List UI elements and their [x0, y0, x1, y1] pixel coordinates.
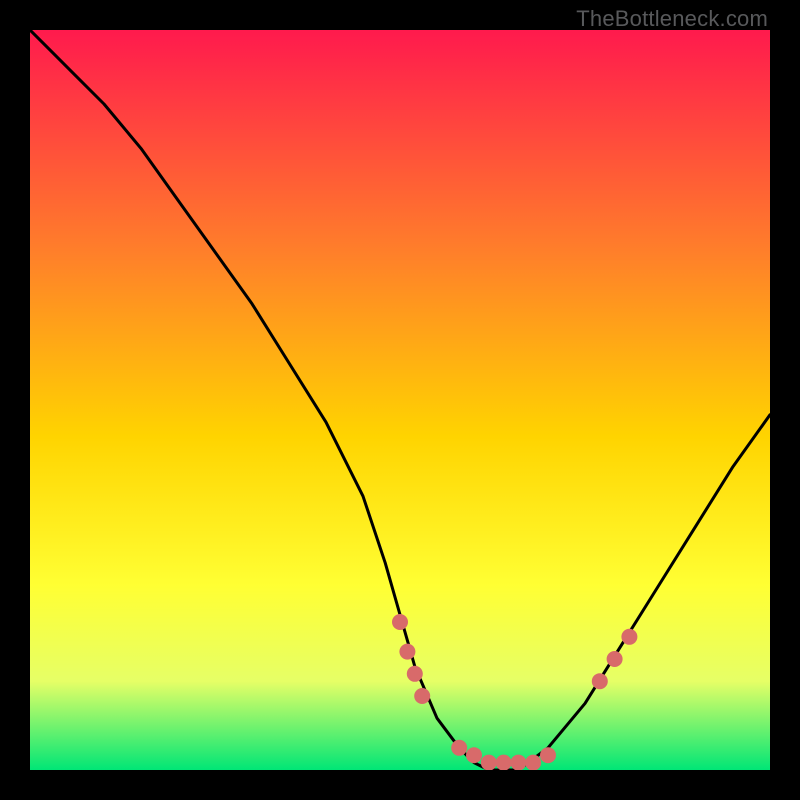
- plot-area: [30, 30, 770, 770]
- marker-point: [510, 755, 526, 770]
- watermark-text: TheBottleneck.com: [576, 6, 768, 32]
- marker-point: [540, 747, 556, 763]
- marker-point: [407, 666, 423, 682]
- marker-point: [496, 755, 512, 770]
- chart-container: TheBottleneck.com: [0, 0, 800, 800]
- marker-point: [466, 747, 482, 763]
- bottleneck-curve: [30, 30, 770, 770]
- data-markers: [392, 614, 637, 770]
- marker-point: [621, 629, 637, 645]
- marker-point: [607, 651, 623, 667]
- marker-point: [392, 614, 408, 630]
- marker-point: [414, 688, 430, 704]
- marker-point: [399, 644, 415, 660]
- marker-point: [592, 673, 608, 689]
- marker-point: [451, 740, 467, 756]
- chart-svg: [30, 30, 770, 770]
- marker-point: [525, 755, 541, 770]
- marker-point: [481, 755, 497, 770]
